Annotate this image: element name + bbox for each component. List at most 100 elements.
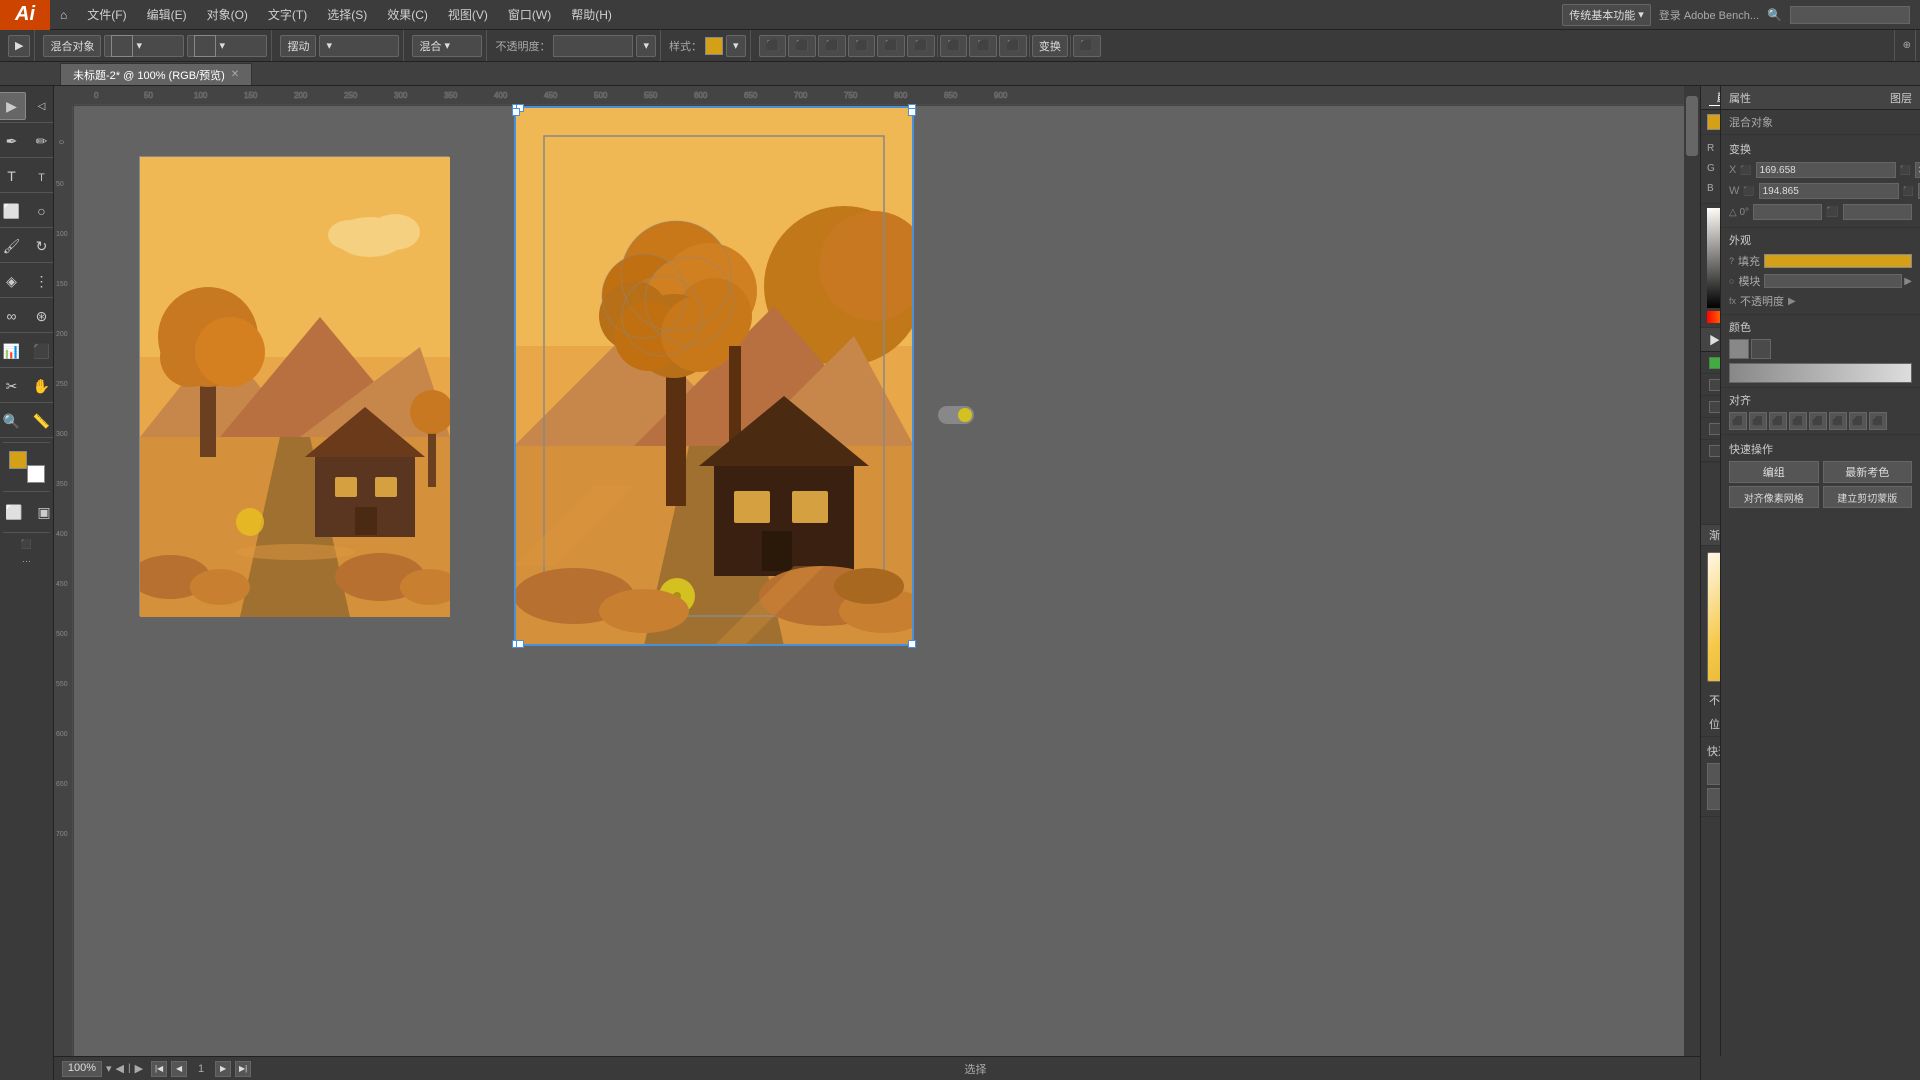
change-screen-btn[interactable]: ⬛ xyxy=(21,539,32,550)
home-icon[interactable]: ⌂ xyxy=(50,0,77,29)
bg-color-swatch[interactable] xyxy=(27,465,45,483)
direct-select-tool[interactable]: ◁ xyxy=(28,92,56,120)
menu-view[interactable]: 视图(V) xyxy=(438,0,498,29)
text-tool[interactable]: T xyxy=(0,162,26,190)
fill-color-display[interactable] xyxy=(1764,254,1912,268)
paintbrush-tool[interactable]: 🖌 xyxy=(0,232,26,260)
workspace-dropdown[interactable]: 传统基本功能 ▾ xyxy=(1562,4,1651,26)
stroke-arrow-icon[interactable]: ▶ xyxy=(1904,276,1912,287)
menu-file[interactable]: 文件(F) xyxy=(77,0,136,29)
selection-tool-btn[interactable]: ▶ xyxy=(8,35,30,57)
menu-window[interactable]: 窗口(W) xyxy=(498,0,561,29)
distribute-h[interactable]: ⬛ xyxy=(940,35,968,57)
opacity-arrow[interactable]: ▾ xyxy=(636,35,656,57)
page-prev-btn[interactable]: ◀ xyxy=(171,1061,187,1077)
w-input[interactable] xyxy=(1759,183,1899,199)
color-fill-swatch[interactable] xyxy=(1729,339,1749,359)
rotate-tool[interactable]: ↻ xyxy=(28,232,56,260)
y-input[interactable] xyxy=(1915,162,1920,178)
color-gradient-display[interactable] xyxy=(1729,363,1912,383)
color-indicator[interactable] xyxy=(9,451,45,483)
menu-effect[interactable]: 效果(C) xyxy=(377,0,438,29)
props-align-8[interactable]: ⬛ xyxy=(1869,412,1887,430)
menu-select[interactable]: 选择(S) xyxy=(317,0,377,29)
distribute-v[interactable]: ⬛ xyxy=(969,35,997,57)
props-edit-btn[interactable]: 编组 xyxy=(1729,461,1819,483)
artboard-tool[interactable]: ⬛ xyxy=(28,337,56,365)
zoom-increment[interactable]: ▶ xyxy=(135,1062,143,1075)
hand-tool[interactable]: ✋ xyxy=(28,372,56,400)
canvas-area[interactable]: 0 50 100 150 200 250 300 350 400 450 500… xyxy=(54,86,1700,1080)
menu-edit[interactable]: 编辑(E) xyxy=(137,0,197,29)
drag-type-dropdown[interactable]: ▾ xyxy=(319,35,399,57)
zoom-dropdown-arrow[interactable]: ▾ xyxy=(106,1062,112,1075)
pen-tool[interactable]: ✒ xyxy=(0,127,26,155)
menu-object[interactable]: 对象(O) xyxy=(197,0,258,29)
props-refresh-btn[interactable]: 最新考色 xyxy=(1823,461,1913,483)
menu-text[interactable]: 文字(T) xyxy=(258,0,317,29)
fill-mode-btn[interactable]: ⬜ xyxy=(0,498,28,526)
slice-tool[interactable]: ✂ xyxy=(0,372,26,400)
align-center-v[interactable]: ⬛ xyxy=(877,35,905,57)
align-right-edge[interactable]: ⬛ xyxy=(818,35,846,57)
page-first-btn[interactable]: |◀ xyxy=(151,1061,167,1077)
distribute-space[interactable]: ⬛ xyxy=(999,35,1027,57)
svg-text:150: 150 xyxy=(244,91,258,100)
props-align-5[interactable]: ⬛ xyxy=(1809,412,1827,430)
props-align-4[interactable]: ⬛ xyxy=(1789,412,1807,430)
blend-tool[interactable]: ∞ xyxy=(0,302,26,330)
svg-text:700: 700 xyxy=(794,91,808,100)
align-left-edge[interactable]: ⬛ xyxy=(759,35,787,57)
transform-btn[interactable]: 变换 xyxy=(1032,35,1068,57)
svg-text:50: 50 xyxy=(144,91,153,100)
touch-text-tool[interactable]: Ｔ xyxy=(28,162,56,190)
props-mask-btn[interactable]: 建立剪切蒙版 xyxy=(1823,486,1913,508)
tab-close-btn[interactable]: ✕ xyxy=(231,69,239,80)
search-icon[interactable]: 🔍 xyxy=(1767,8,1782,22)
props-align-pixel-btn[interactable]: 对齐像素网格 xyxy=(1729,486,1819,508)
svg-text:250: 250 xyxy=(56,381,68,388)
stroke-value-input[interactable] xyxy=(1764,274,1902,288)
align-top-edge[interactable]: ⬛ xyxy=(848,35,876,57)
props-align-2[interactable]: ⬛ xyxy=(1749,412,1767,430)
measure-tool[interactable]: 📏 xyxy=(28,407,56,435)
symbol-tool[interactable]: ⊛ xyxy=(28,302,56,330)
column-graph-tool[interactable]: 📊 xyxy=(0,337,26,365)
drag-btn[interactable]: 摆动 xyxy=(280,35,316,57)
mesh-tool[interactable]: ⋮ xyxy=(28,267,56,295)
fg-color-swatch[interactable] xyxy=(9,451,27,469)
zoom-decrement[interactable]: ◀ xyxy=(116,1062,124,1075)
more-tools-btn[interactable]: ··· xyxy=(22,556,31,566)
zoom-tool[interactable]: 🔍 xyxy=(0,407,26,435)
svg-text:650: 650 xyxy=(744,91,758,100)
props-align-6[interactable]: ⬛ xyxy=(1829,412,1847,430)
style-arrow[interactable]: ▾ xyxy=(726,35,746,57)
align-bottom-edge[interactable]: ⬛ xyxy=(907,35,935,57)
zoom-value[interactable]: 100% xyxy=(62,1061,102,1077)
rotate-input[interactable] xyxy=(1753,204,1822,220)
props-align-7[interactable]: ⬛ xyxy=(1849,412,1867,430)
ellipse-tool[interactable]: ○ xyxy=(28,197,56,225)
menu-help[interactable]: 帮助(H) xyxy=(561,0,622,29)
tabbar: 未标题-2* @ 100% (RGB/预览) ✕ xyxy=(0,62,1920,86)
color-stroke-swatch[interactable] xyxy=(1751,339,1771,359)
object-mode-dropdown[interactable]: ▾ xyxy=(104,35,184,57)
scale-input[interactable] xyxy=(1843,204,1912,220)
pencil-tool[interactable]: ✏ xyxy=(28,127,56,155)
blend-mode-dropdown[interactable]: 混合 ▾ xyxy=(412,35,482,57)
page-next-btn[interactable]: ▶ xyxy=(215,1061,231,1077)
more-btn[interactable]: ⬛ xyxy=(1073,35,1101,57)
x-input[interactable] xyxy=(1756,162,1896,178)
select-tool[interactable]: ▶ xyxy=(0,92,26,120)
opacity-arrow-icon[interactable]: ▶ xyxy=(1788,296,1796,307)
toggle-btn[interactable] xyxy=(938,406,974,424)
document-tab[interactable]: 未标题-2* @ 100% (RGB/预览) ✕ xyxy=(60,63,252,85)
align-center-h[interactable]: ⬛ xyxy=(788,35,816,57)
rectangle-tool[interactable]: ⬜ xyxy=(0,197,26,225)
props-align-1[interactable]: ⬛ xyxy=(1729,412,1747,430)
gradient-tool[interactable]: ◈ xyxy=(0,267,26,295)
scrollbar-vertical[interactable] xyxy=(1684,86,1700,1064)
object-type-dropdown[interactable]: ▾ xyxy=(187,35,267,57)
page-last-btn[interactable]: ▶| xyxy=(235,1061,251,1077)
props-align-3[interactable]: ⬛ xyxy=(1769,412,1787,430)
